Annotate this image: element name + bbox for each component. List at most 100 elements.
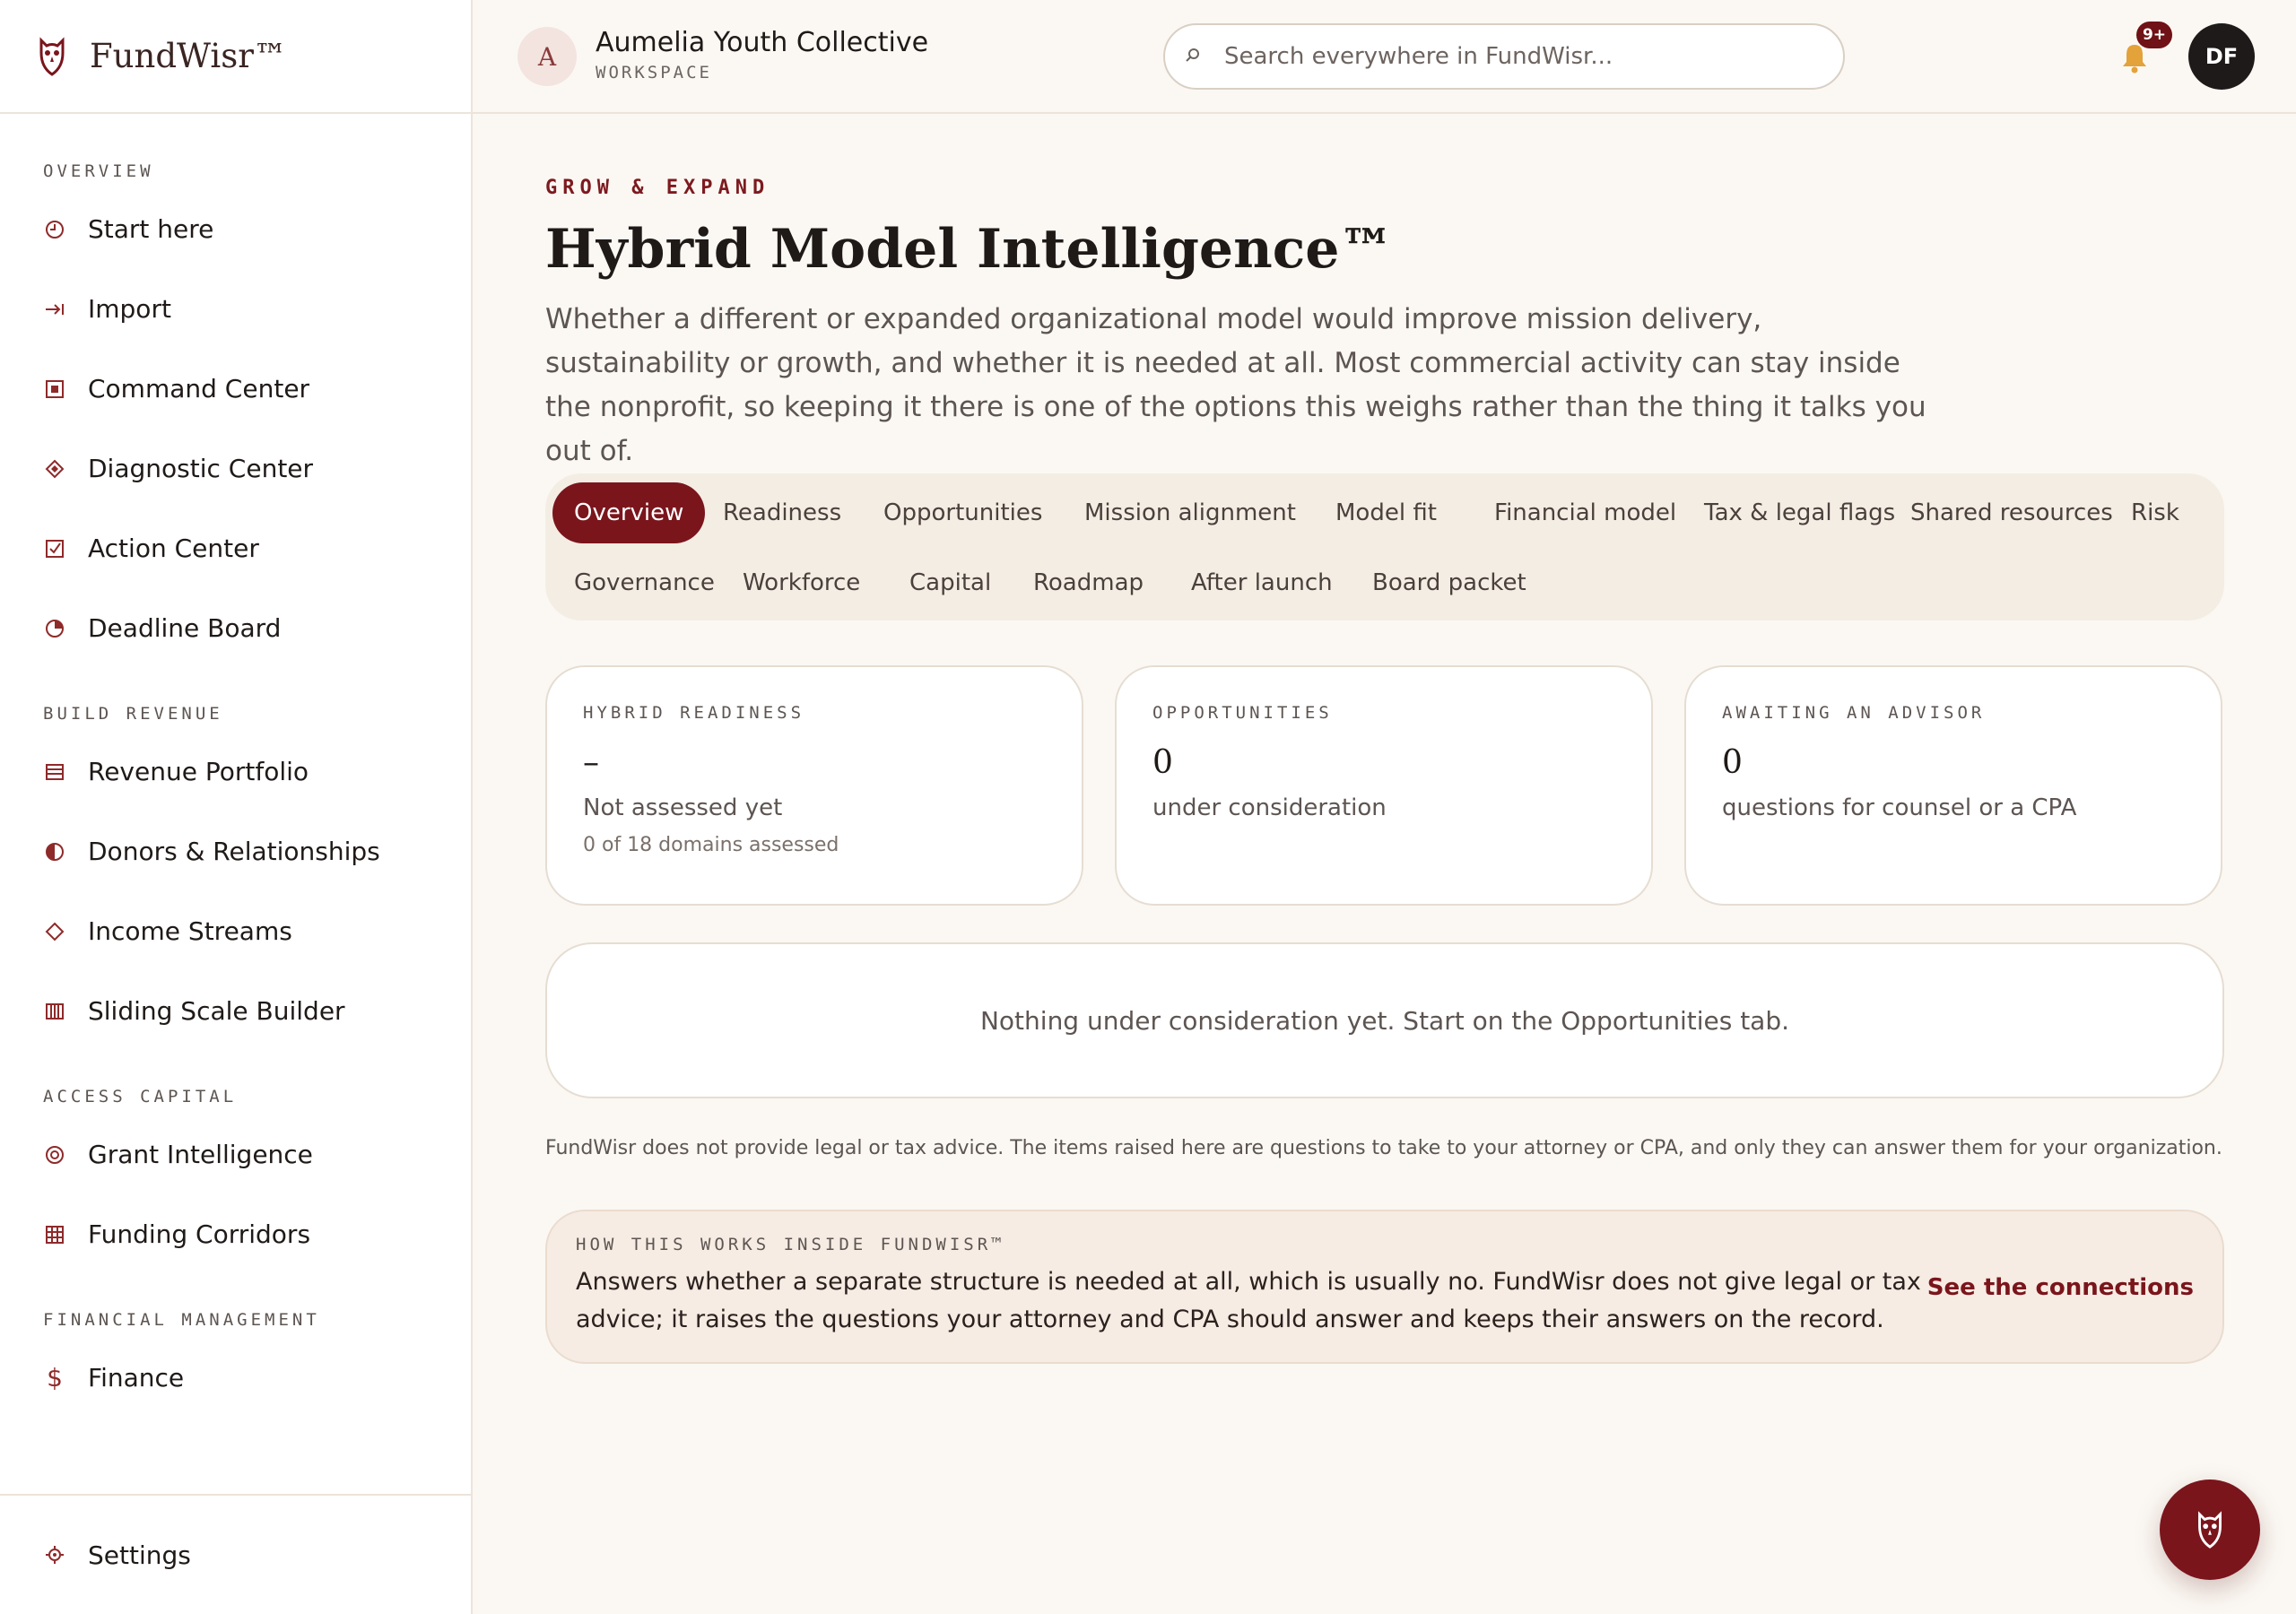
page-title: Hybrid Model Intelligence™ [545, 218, 1394, 281]
list-icon [43, 760, 66, 784]
sidebar-item-label: Settings [88, 1540, 191, 1570]
page-lead: Whether a different or expanded organiza… [545, 303, 1926, 467]
tab-readiness[interactable]: Readiness [701, 482, 863, 543]
workspace-avatar[interactable]: A [517, 27, 577, 86]
sidebar-item-label: Import [88, 294, 171, 324]
sidebar-item-label: Sliding Scale Builder [88, 996, 345, 1026]
sidebar-item-label: Start here [88, 214, 214, 244]
tab-risk[interactable]: Risk [2109, 482, 2201, 543]
nav-section-access-capital: ACCESS CAPITAL [43, 1087, 238, 1106]
card-hybrid-readiness: HYBRID READINESS – Not assessed yet 0 of… [545, 665, 1083, 906]
card-value: 0 [1152, 744, 1173, 781]
sidebar-item-action-center[interactable]: Action Center [0, 508, 471, 588]
card-label: OPPORTUNITIES [1152, 703, 1333, 723]
sidebar-nav: OVERVIEW Start here Import Command Cente… [0, 114, 471, 1418]
card-subtext: 0 of 18 domains assessed [583, 834, 839, 856]
card-label: HYBRID READINESS [583, 703, 805, 723]
workspace-label: WORKSPACE [596, 63, 712, 82]
tab-model-fit[interactable]: Model fit [1314, 482, 1458, 543]
sidebar-item-label: Deadline Board [88, 613, 282, 643]
tab-board-packet[interactable]: Board packet [1351, 552, 1548, 613]
nav-section-financial-management: FINANCIAL MANAGEMENT [43, 1310, 320, 1330]
assistant-button[interactable] [2160, 1480, 2260, 1580]
workspace-name[interactable]: Aumelia Youth Collective [596, 27, 928, 58]
sidebar-item-settings[interactable]: Settings [0, 1496, 471, 1614]
sidebar-item-sliding-scale[interactable]: Sliding Scale Builder [0, 971, 471, 1051]
sidebar-item-label: Donors & Relationships [88, 837, 380, 866]
sidebar-item-label: Grant Intelligence [88, 1140, 313, 1169]
sidebar-item-command-center[interactable]: Command Center [0, 349, 471, 429]
pie-clock-icon [43, 617, 66, 640]
page-eyebrow: GROW & EXPAND [545, 177, 770, 199]
sidebar-item-finance[interactable]: $ Finance [0, 1338, 471, 1418]
gear-icon [43, 1543, 66, 1566]
owl-icon [2198, 1511, 2222, 1549]
tab-bar: Overview Readiness Opportunities Mission… [545, 473, 2224, 620]
see-connections-link[interactable]: See the connections [1927, 1274, 2194, 1301]
dollar-icon: $ [47, 1363, 63, 1393]
tab-capital[interactable]: Capital [888, 552, 1013, 613]
target-icon [43, 1143, 66, 1167]
tab-financial-model[interactable]: Financial model [1473, 482, 1698, 543]
tab-workforce[interactable]: Workforce [721, 552, 882, 613]
sidebar-item-label: Command Center [88, 374, 310, 404]
settings-section: Settings [0, 1494, 471, 1614]
columns-icon [43, 1000, 66, 1023]
owl-icon [39, 36, 65, 76]
sidebar-item-start-here[interactable]: Start here [0, 189, 471, 269]
sidebar-item-funding-corridors[interactable]: Funding Corridors [0, 1194, 471, 1274]
tab-shared-resources[interactable]: Shared resources [1889, 482, 2135, 543]
search-input[interactable] [1224, 43, 1816, 70]
card-opportunities: OPPORTUNITIES 0 under consideration [1115, 665, 1653, 906]
search-bar[interactable] [1163, 23, 1845, 90]
brand[interactable]: FundWisr™ [0, 0, 471, 114]
sidebar-item-label: Finance [88, 1363, 185, 1393]
card-description: questions for counsel or a CPA [1722, 794, 2077, 821]
nav-section-overview: OVERVIEW [43, 161, 154, 181]
tab-governance[interactable]: Governance [552, 552, 736, 613]
diamond-icon [43, 457, 66, 481]
clock-icon [43, 218, 66, 241]
sidebar-item-revenue-portfolio[interactable]: Revenue Portfolio [0, 732, 471, 811]
empty-state: Nothing under consideration yet. Start o… [545, 942, 2224, 1098]
grid-icon [43, 1223, 66, 1246]
notification-badge: 9+ [2136, 22, 2172, 48]
square-target-icon [43, 377, 66, 401]
card-label: AWAITING AN ADVISOR [1722, 703, 1986, 723]
sidebar-item-donors[interactable]: Donors & Relationships [0, 811, 471, 891]
card-awaiting-advisor: AWAITING AN ADVISOR 0 questions for coun… [1684, 665, 2222, 906]
card-description: Not assessed yet [583, 794, 783, 821]
legal-disclaimer: FundWisr does not provide legal or tax a… [545, 1137, 2222, 1159]
tab-after-launch[interactable]: After launch [1170, 552, 1354, 613]
topbar: A Aumelia Youth Collective WORKSPACE 9+ … [473, 0, 2296, 114]
sidebar-item-label: Funding Corridors [88, 1219, 311, 1249]
how-it-works-panel: HOW THIS WORKS INSIDE FUNDWISR™ Answers … [545, 1210, 2224, 1364]
half-circle-icon [43, 840, 66, 863]
sidebar-item-label: Income Streams [88, 916, 292, 946]
brand-name: FundWisr™ [90, 37, 287, 75]
sidebar-item-label: Revenue Portfolio [88, 757, 309, 786]
sidebar-item-diagnostic-center[interactable]: Diagnostic Center [0, 429, 471, 508]
tab-roadmap[interactable]: Roadmap [1012, 552, 1165, 613]
how-it-works-text: Answers whether a separate structure is … [576, 1268, 1921, 1333]
sidebar-item-deadline-board[interactable]: Deadline Board [0, 588, 471, 668]
sidebar-item-label: Action Center [88, 534, 259, 563]
import-arrow-icon [43, 298, 66, 321]
tab-mission-alignment[interactable]: Mission alignment [1063, 482, 1318, 543]
tab-tax-legal-flags[interactable]: Tax & legal flags [1683, 482, 1917, 543]
card-value: – [583, 744, 599, 781]
tab-opportunities[interactable]: Opportunities [862, 482, 1064, 543]
sidebar-item-grant-intelligence[interactable]: Grant Intelligence [0, 1115, 471, 1194]
search-icon [1185, 46, 1205, 68]
tab-overview[interactable]: Overview [552, 482, 706, 543]
sidebar-item-import[interactable]: Import [0, 269, 471, 349]
card-description: under consideration [1152, 794, 1387, 821]
user-avatar[interactable]: DF [2188, 23, 2255, 90]
how-it-works-label: HOW THIS WORKS INSIDE FUNDWISR™ [576, 1235, 1005, 1254]
sidebar-item-income-streams[interactable]: Income Streams [0, 891, 471, 971]
sidebar: FundWisr™ OVERVIEW Start here Import Com… [0, 0, 473, 1614]
diamond-outline-icon [43, 920, 66, 943]
sidebar-item-label: Diagnostic Center [88, 454, 314, 483]
nav-section-build-revenue: BUILD REVENUE [43, 704, 223, 724]
checkbox-icon [43, 537, 66, 560]
